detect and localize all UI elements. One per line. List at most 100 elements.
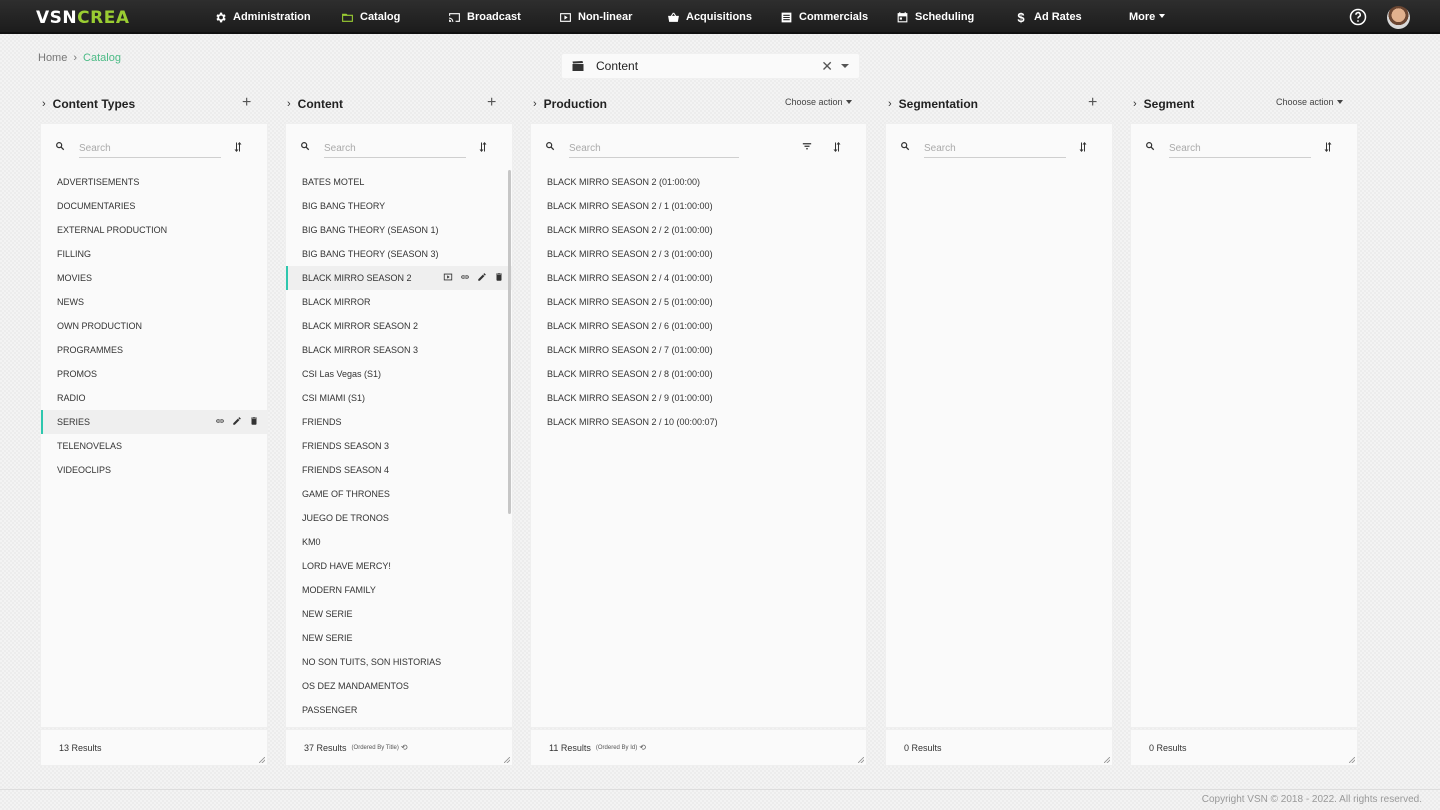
- list-item[interactable]: BLACK MIRROR: [286, 290, 512, 314]
- nav-more[interactable]: More: [1129, 0, 1166, 34]
- resize-handle-icon[interactable]: [259, 757, 265, 763]
- list-item[interactable]: NO SON TUITS, SON HISTORIAS: [286, 650, 512, 674]
- preview-icon[interactable]: [443, 272, 453, 282]
- list-item[interactable]: BLACK MIRRO SEASON 2 / 4 (01:00:00): [531, 266, 866, 290]
- column-header-segmentation[interactable]: › Segmentation: [888, 96, 978, 112]
- list-item[interactable]: MOVIES: [41, 266, 267, 290]
- reset-order-icon[interactable]: ⟲: [401, 743, 408, 752]
- delete-icon[interactable]: [494, 272, 504, 282]
- breadcrumb-home[interactable]: Home: [38, 52, 67, 64]
- add-content-button[interactable]: +: [487, 95, 496, 111]
- list-item[interactable]: FILLING: [41, 242, 267, 266]
- list-item[interactable]: CSI Las Vegas (S1): [286, 362, 512, 386]
- nav-label: Scheduling: [915, 11, 975, 23]
- list-item[interactable]: JUEGO DE TRONOS: [286, 506, 512, 530]
- list-item[interactable]: NEW SERIE: [286, 602, 512, 626]
- nav-ad-rates[interactable]: $ Ad Rates: [1014, 0, 1081, 34]
- list-item[interactable]: SERIES: [41, 410, 267, 434]
- column-header-content-types[interactable]: › Content Types: [42, 96, 135, 112]
- list-item[interactable]: MODERN FAMILY: [286, 578, 512, 602]
- nav-commercials[interactable]: Commercials: [779, 0, 868, 34]
- link-icon[interactable]: [215, 416, 225, 426]
- vsn-crea-logo[interactable]: VSNCREA: [36, 8, 129, 28]
- production-choose-action-button[interactable]: Choose action: [785, 97, 852, 107]
- list-item[interactable]: TELENOVELAS: [41, 434, 267, 458]
- list-item[interactable]: BLACK MIRRO SEASON 2 / 6 (01:00:00): [531, 314, 866, 338]
- reset-order-icon[interactable]: ⟲: [639, 743, 646, 752]
- list-item[interactable]: FRIENDS SEASON 4: [286, 458, 512, 482]
- sort-icon[interactable]: [233, 141, 243, 153]
- list-item[interactable]: BLACK MIRRO SEASON 2 (01:00:00): [531, 170, 866, 194]
- production-search-input[interactable]: [569, 138, 739, 158]
- edit-icon[interactable]: [232, 416, 242, 426]
- list-item[interactable]: BLACK MIRRO SEASON 2 / 1 (01:00:00): [531, 194, 866, 218]
- edit-icon[interactable]: [477, 272, 487, 282]
- list-item[interactable]: BIG BANG THEORY: [286, 194, 512, 218]
- nav-broadcast[interactable]: Broadcast: [447, 0, 521, 34]
- sort-icon[interactable]: [478, 141, 488, 153]
- list-item[interactable]: DOCUMENTARIES: [41, 194, 267, 218]
- column-header-segment[interactable]: › Segment: [1133, 96, 1194, 112]
- list-item[interactable]: FRIENDS: [286, 410, 512, 434]
- nav-administration[interactable]: Administration: [213, 0, 311, 34]
- link-icon[interactable]: [460, 272, 470, 282]
- add-content-type-button[interactable]: +: [242, 95, 251, 111]
- list-item[interactable]: BLACK MIRRO SEASON 2 / 9 (01:00:00): [531, 386, 866, 410]
- content-types-search-input[interactable]: [79, 138, 221, 158]
- list-item[interactable]: BLACK MIRRO SEASON 2 / 8 (01:00:00): [531, 362, 866, 386]
- resize-handle-icon[interactable]: [1104, 757, 1110, 763]
- nav-non-linear[interactable]: Non-linear: [558, 0, 632, 34]
- segmentation-search-input[interactable]: [924, 138, 1066, 158]
- list-item[interactable]: BLACK MIRROR SEASON 3: [286, 338, 512, 362]
- list-item[interactable]: CSI MIAMI (S1): [286, 386, 512, 410]
- list-item[interactable]: VIDEOCLIPS: [41, 458, 267, 482]
- clear-icon[interactable]: ✕: [821, 58, 833, 75]
- sort-icon[interactable]: [832, 141, 842, 153]
- list-item[interactable]: BLACK MIRRO SEASON 2 / 10 (00:00:07): [531, 410, 866, 434]
- list-item[interactable]: PROMOS: [41, 362, 267, 386]
- list-item[interactable]: NEW SERIE: [286, 626, 512, 650]
- resize-handle-icon[interactable]: [504, 757, 510, 763]
- dropdown-arrow-icon[interactable]: [841, 64, 849, 68]
- sort-icon[interactable]: [1323, 141, 1333, 153]
- list-item[interactable]: KM0: [286, 530, 512, 554]
- list-item[interactable]: BLACK MIRRO SEASON 2: [286, 266, 512, 290]
- column-header-content[interactable]: › Content: [287, 96, 343, 112]
- content-scrollbar[interactable]: [508, 170, 511, 514]
- content-type-selector[interactable]: Content ✕: [562, 54, 859, 78]
- sort-icon[interactable]: [1078, 141, 1088, 153]
- list-item[interactable]: BLACK MIRRO SEASON 2 / 5 (01:00:00): [531, 290, 866, 314]
- resize-handle-icon[interactable]: [1349, 757, 1355, 763]
- nav-acquisitions[interactable]: Acquisitions: [666, 0, 752, 34]
- list-item[interactable]: BIG BANG THEORY (SEASON 1): [286, 218, 512, 242]
- list-item[interactable]: OWN PRODUCTION: [41, 314, 267, 338]
- list-item[interactable]: FRIENDS SEASON 3: [286, 434, 512, 458]
- list-item[interactable]: BLACK MIRRO SEASON 2 / 3 (01:00:00): [531, 242, 866, 266]
- column-header-production[interactable]: › Production: [533, 96, 607, 112]
- delete-icon[interactable]: [249, 416, 259, 426]
- nav-catalog[interactable]: Catalog: [340, 0, 400, 34]
- list-item[interactable]: EXTERNAL PRODUCTION: [41, 218, 267, 242]
- segment-search-input[interactable]: [1169, 138, 1311, 158]
- list-item[interactable]: BLACK MIRRO SEASON 2 / 2 (01:00:00): [531, 218, 866, 242]
- segment-choose-action-button[interactable]: Choose action: [1276, 97, 1343, 107]
- filter-icon[interactable]: [802, 142, 812, 150]
- list-item[interactable]: BATES MOTEL: [286, 170, 512, 194]
- list-item[interactable]: GAME OF THRONES: [286, 482, 512, 506]
- list-item[interactable]: LORD HAVE MERCY!: [286, 554, 512, 578]
- list-item[interactable]: BIG BANG THEORY (SEASON 3): [286, 242, 512, 266]
- user-avatar[interactable]: [1387, 6, 1410, 29]
- content-search-input[interactable]: [324, 138, 466, 158]
- list-item[interactable]: PASSENGER: [286, 698, 512, 722]
- add-segmentation-button[interactable]: +: [1088, 95, 1097, 111]
- list-item[interactable]: NEWS: [41, 290, 267, 314]
- list-item[interactable]: ADVERTISEMENTS: [41, 170, 267, 194]
- list-item[interactable]: RADIO: [41, 386, 267, 410]
- resize-handle-icon[interactable]: [858, 757, 864, 763]
- nav-scheduling[interactable]: Scheduling: [895, 0, 974, 34]
- list-item[interactable]: PROGRAMMES: [41, 338, 267, 362]
- list-item[interactable]: BLACK MIRRO SEASON 2 / 7 (01:00:00): [531, 338, 866, 362]
- list-item[interactable]: OS DEZ MANDAMENTOS: [286, 674, 512, 698]
- help-icon[interactable]: [1349, 8, 1367, 26]
- list-item[interactable]: BLACK MIRROR SEASON 2: [286, 314, 512, 338]
